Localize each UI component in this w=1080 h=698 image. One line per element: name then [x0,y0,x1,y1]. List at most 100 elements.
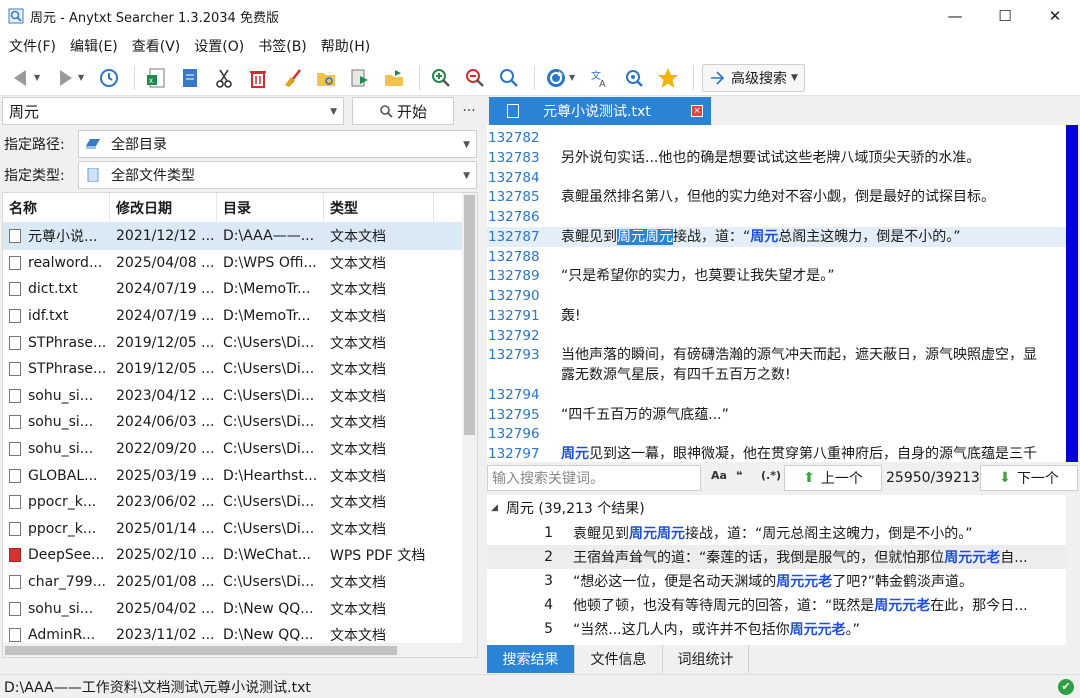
open-folder-button[interactable] [311,63,341,93]
chevron-down-icon: ▼ [791,72,798,83]
file-row[interactable]: sohu_si... 2024/06/03 ... C:\Users\Di... 文本… [3,409,477,436]
regex-toggle[interactable]: (.*) [761,469,781,482]
file-row[interactable]: STPhrase... 2019/12/05 ... C:\Users\Di... 文… [3,356,477,383]
line-text: 袁鲲见到周元周元接战，道：“周元总阁主这魄力，倒是不小的。” [547,227,1066,247]
line-text [547,286,1066,306]
file-row[interactable]: 元尊小说... 2021/12/12 ... D:\AAA——... 文本文档 [3,223,477,250]
menu-bar: 文件(F) 编辑(E) 查看(V) 设置(O) 书签(B) 帮助(H) [0,32,1080,60]
back-dropdown-icon[interactable]: ▼ [34,73,44,82]
scissors-icon [216,69,232,88]
file-row[interactable]: sohu_si... 2025/04/02 ... D:\New QQ... 文本文档 [3,595,477,622]
file-row[interactable]: DeepSee... 2025/02/10 ... D:\WeChat... WPS … [3,542,477,569]
column-date[interactable]: 修改日期 [110,193,217,222]
find-keyword-input[interactable]: 输入搜索关键词。 [487,465,701,491]
title-bar: 周元 - Anytxt Searcher 1.3.2034 免费版 — ☐ ✕ [0,0,1080,32]
keyword-highlight: 周元 [750,228,779,245]
file-name-cell: 元尊小说... [3,226,110,246]
file-row[interactable]: ppocr_k... 2023/06/02 ... C:\Users\Di... 文本… [3,489,477,516]
match-case-toggle[interactable]: Aa [711,469,727,482]
back-button[interactable] [6,63,36,93]
search-input[interactable]: 周元 ▼ [2,97,344,125]
find-button[interactable] [494,63,524,93]
bookmark-button[interactable] [653,63,683,93]
file-name-cell: GLOBAL... [3,468,110,484]
result-row[interactable]: 3 “想必这一位，便是名动天渊域的周元元老了吧?”韩金鹤淡声道。 [487,569,1066,593]
result-text-segment: 了吧?”韩金鹤淡声道。 [832,574,973,590]
close-tab-icon[interactable]: × [691,105,703,117]
menu-settings[interactable]: 设置(O) [189,36,249,56]
minimize-button[interactable]: — [930,0,980,32]
tab-search-results[interactable]: 搜索结果 [487,645,575,673]
type-select[interactable]: 全部文件类型 ▼ [78,161,477,189]
menu-edit[interactable]: 编辑(E) [65,36,123,56]
forward-button[interactable] [50,63,80,93]
next-match-button[interactable]: ⬇ 下一个 [980,465,1078,491]
result-row[interactable]: 2 王宿耸声耸气的道：“秦莲的话，我倒是服气的，但就怕那位周元元老自... [487,545,1066,569]
file-directory-cell: D:\AAA——... [223,228,315,245]
file-name: realword... [28,254,103,271]
export-excel-button[interactable]: x [141,63,171,93]
menu-file[interactable]: 文件(F) [4,36,61,56]
result-index: 4 [544,597,553,613]
delete-button[interactable] [243,63,273,93]
close-button[interactable]: ✕ [1030,0,1080,32]
whole-word-toggle[interactable]: ❝ [736,469,742,482]
zoom-in-button[interactable] [426,63,456,93]
results-group-header[interactable]: ◢ 周元 (39,213 个结果) [487,495,1066,521]
file-row[interactable]: sohu_si... 2023/04/12 ... C:\Users\Di... 文本… [3,383,477,410]
file-row[interactable]: STPhrase... 2019/12/05 ... C:\Users\Di... 文… [3,329,477,356]
menu-view[interactable]: 查看(V) [127,36,186,56]
refresh-dropdown-icon[interactable]: ▼ [569,73,579,82]
start-search-button[interactable]: 开始 [352,97,454,125]
tab-phrase-stats[interactable]: 词组统计 [663,645,749,673]
scrollbar-thumb[interactable] [464,195,475,435]
maximize-button[interactable]: ☐ [980,0,1030,32]
file-name-cell: realword... [3,255,110,271]
history-button[interactable] [94,63,124,93]
column-type[interactable]: 类型 [324,193,434,222]
chevron-down-icon[interactable]: ▼ [330,107,337,117]
cut-button[interactable] [209,63,239,93]
previous-match-button[interactable]: ⬆ 上一个 [784,465,882,491]
menu-help[interactable]: 帮助(H) [316,36,375,56]
export-button[interactable] [345,63,375,93]
file-row[interactable]: ppocr_k... 2025/01/14 ... C:\Users\Di... 文本… [3,516,477,543]
tab-file-info[interactable]: 文件信息 [575,645,663,673]
copy-button[interactable] [175,63,205,93]
clean-button[interactable] [277,63,307,93]
file-row[interactable]: realword... 2025/04/08 ... D:\WPS Offi... 文… [3,250,477,277]
file-list-horizontal-scrollbar[interactable] [3,643,464,657]
result-row[interactable]: 4 他顿了顿，也没有等待周元的回答，道：“既然是周元元老在此，那今日... [487,593,1066,617]
result-row[interactable]: 5 “当然...这几人内，或许并不包括你周元元老。” [487,617,1066,641]
document-tab[interactable]: 元尊小说测试.txt × [489,97,711,125]
search-locate-icon [626,69,643,87]
document-viewer[interactable]: 132782 132783 另外说句实话...他也的确是想要试试这些老牌八域顶尖天骄… [487,125,1066,462]
import-button[interactable] [379,63,409,93]
expand-triangle-icon[interactable]: ◢ [491,503,498,513]
file-row[interactable]: sohu_si... 2022/09/20 ... C:\Users\Di... 文本… [3,436,477,463]
file-row[interactable]: idf.txt 2024/07/19 ... D:\MemoTr... 文本文档 [3,303,477,330]
file-row[interactable]: dict.txt 2024/07/19 ... D:\MemoTr... 文本文档 [3,276,477,303]
file-row[interactable]: char_799... 2025/01/08 ... C:\Users\Di... 文… [3,569,477,596]
file-row[interactable]: GLOBAL... 2025/03/19 ... D:\Hearthst... 文本文… [3,462,477,489]
column-name[interactable]: 名称 [3,193,110,222]
svg-text:x: x [149,76,153,85]
file-list-vertical-scrollbar[interactable] [462,193,477,657]
translate-button[interactable]: 文A [585,63,615,93]
line-text [547,326,1066,346]
arrow-down-icon: ⬇ [999,470,1011,486]
forward-dropdown-icon[interactable]: ▼ [78,73,88,82]
viewer-scroll-marker[interactable] [1066,125,1078,462]
document-line: 132786 [487,207,1066,227]
advanced-search-button[interactable]: 高级搜索 ▼ [702,63,805,92]
menu-bookmarks[interactable]: 书签(B) [253,36,312,56]
zoom-out-button[interactable] [460,63,490,93]
document-line: 132788 [487,247,1066,267]
locate-button[interactable] [619,63,649,93]
column-directory[interactable]: 目录 [217,193,324,222]
result-row[interactable]: 1 袁鲲见到周元周元接战，道：“周元总阁主这魄力，倒是不小的。” [487,521,1066,545]
scrollbar-thumb[interactable] [5,646,397,655]
path-select[interactable]: 全部目录 ▼ [78,130,477,158]
refresh-button[interactable] [541,63,571,93]
more-options-button[interactable]: ··· [458,97,480,125]
